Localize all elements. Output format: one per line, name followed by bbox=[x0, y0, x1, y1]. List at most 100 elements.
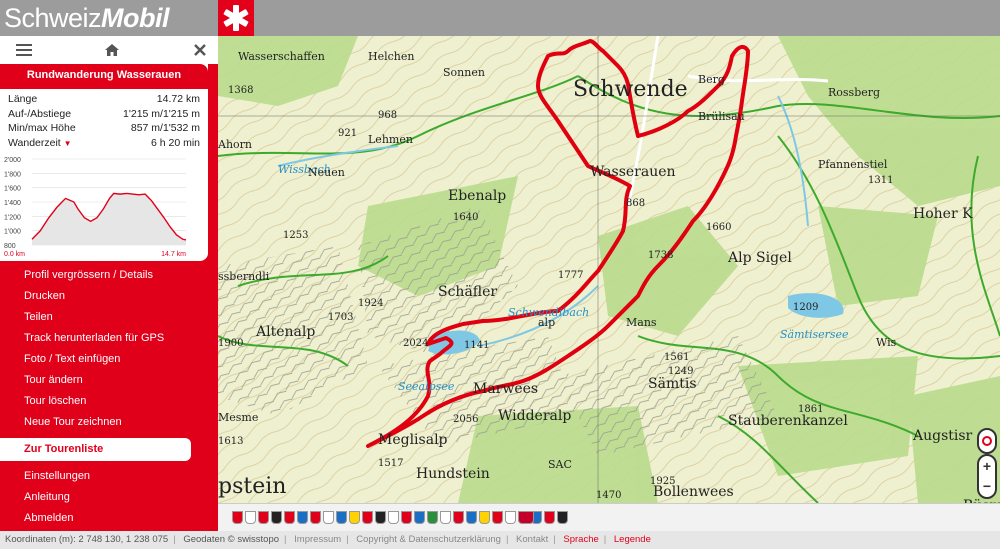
hamburger-icon[interactable] bbox=[14, 40, 34, 60]
zoom-control[interactable]: + − bbox=[977, 454, 997, 499]
canton-flag-icon bbox=[310, 511, 321, 524]
canton-flag-icon bbox=[453, 511, 464, 524]
map-label: 1738 bbox=[648, 250, 673, 261]
map-label: pstein bbox=[218, 474, 286, 499]
map-label: Ahorn bbox=[218, 138, 252, 151]
menu-item-share[interactable]: Teilen bbox=[0, 307, 218, 328]
caret-down-icon: ▼ bbox=[63, 138, 72, 148]
brand-logo[interactable]: Schweiz Mobil bbox=[4, 2, 170, 34]
canton-flag-icon bbox=[492, 511, 503, 524]
map-label: Helchen bbox=[368, 50, 414, 63]
coordinates-readout: Koordinaten (m): 2 748 130, 1 238 075 bbox=[5, 534, 169, 545]
map-label: Lehmen bbox=[368, 133, 413, 146]
map-label: Schwendibach bbox=[508, 306, 589, 319]
profile-y-tick-label: 1'600 bbox=[4, 186, 21, 193]
stat-min-max-height: Min/max Höhe 857 m/1'532 m bbox=[8, 122, 200, 134]
map-label: Wis bbox=[876, 336, 897, 349]
map-label: 1660 bbox=[706, 222, 731, 233]
canton-flag-icon bbox=[245, 511, 256, 524]
link-copyright[interactable]: Copyright & Datenschutzerklärung bbox=[356, 534, 501, 545]
map-label: Altenalp bbox=[255, 324, 315, 340]
home-icon[interactable] bbox=[102, 40, 122, 60]
canton-flag-icon bbox=[466, 511, 477, 524]
profile-y-tick-label: 800 bbox=[4, 243, 16, 250]
canton-flag-icon bbox=[258, 511, 269, 524]
top-bar: Schweiz Mobil bbox=[0, 0, 1000, 36]
map-label: 921 bbox=[338, 128, 357, 139]
menu-item-logout[interactable]: Abmelden bbox=[0, 508, 218, 529]
brand-name-bold: Mobil bbox=[101, 2, 170, 33]
topographic-map[interactable]: Wasserschaffen Helchen Sonnen Schwende Berg R… bbox=[218, 36, 1000, 503]
canton-flag-icon bbox=[388, 511, 399, 524]
map-label: Pfannenstiel bbox=[818, 158, 888, 171]
map-label: 1561 bbox=[664, 352, 689, 363]
map-label: 2056 bbox=[453, 414, 478, 425]
map-label: Wasserschaffen bbox=[238, 50, 325, 63]
canton-flag-icon bbox=[323, 511, 334, 524]
canton-flag-icon bbox=[232, 511, 243, 524]
canton-flag-icon bbox=[362, 511, 373, 524]
map-label: 1368 bbox=[228, 85, 253, 96]
canton-flag-icon bbox=[336, 511, 347, 524]
menu-item-download-gps[interactable]: Track herunterladen für GPS bbox=[0, 328, 218, 349]
map-label: 1517 bbox=[378, 458, 403, 469]
menu-item-settings[interactable]: Einstellungen bbox=[0, 466, 218, 487]
map-label: 1703 bbox=[328, 312, 353, 323]
link-legend[interactable]: Legende bbox=[614, 534, 651, 545]
profile-x-end-label: 14.7 km bbox=[161, 251, 186, 258]
map-label: Seealpsee bbox=[398, 380, 455, 393]
map-label: Sämtis bbox=[648, 376, 697, 392]
map-label: Sämtisersee bbox=[780, 328, 849, 341]
link-language[interactable]: Sprache bbox=[563, 534, 598, 545]
menu-item-instructions[interactable]: Anleitung bbox=[0, 487, 218, 508]
zoom-in-icon[interactable]: + bbox=[979, 456, 995, 476]
canton-flag-icon bbox=[557, 511, 568, 524]
swiss-cross-logo-icon bbox=[218, 0, 254, 36]
menu-item-new-tour[interactable]: Neue Tour zeichnen bbox=[0, 412, 218, 433]
elevation-profile-chart[interactable]: 2'000 1'800 1'600 1'400 1'200 1'000 8000.0 km 1… bbox=[0, 153, 208, 261]
link-contact[interactable]: Kontakt bbox=[516, 534, 548, 545]
menu-item-tour-list[interactable]: Zur Tourenliste bbox=[0, 438, 191, 461]
map-label: 1640 bbox=[453, 212, 478, 223]
partner-logo-icon bbox=[518, 511, 534, 524]
map-label: Neuen bbox=[308, 166, 345, 179]
stat-ascent-descent: Auf-/Abstiege 1'215 m/1'215 m bbox=[8, 107, 200, 120]
map-canvas[interactable]: Wasserschaffen Helchen Sonnen Schwende Berg R… bbox=[218, 36, 1000, 503]
profile-y-tick-label: 2'000 bbox=[4, 157, 21, 164]
canton-flag-icon bbox=[414, 511, 425, 524]
map-label: 1613 bbox=[218, 436, 243, 447]
map-label: SAC bbox=[548, 458, 572, 471]
map-label: Ebenalp bbox=[448, 188, 506, 204]
map-label: Widderalp bbox=[498, 408, 571, 424]
location-button[interactable] bbox=[977, 428, 997, 454]
menu-item-delete-tour[interactable]: Tour löschen bbox=[0, 391, 218, 412]
canton-flag-icon bbox=[297, 511, 308, 524]
map-label: Meglisalp bbox=[378, 432, 448, 448]
map-label: 1141 bbox=[464, 340, 489, 351]
map-label: Mesme bbox=[218, 411, 258, 424]
map-label: 1253 bbox=[283, 230, 308, 241]
canton-flag-icon bbox=[401, 511, 412, 524]
canton-flag-icon bbox=[440, 511, 451, 524]
map-label: Schäfler bbox=[438, 284, 497, 300]
profile-x-start-label: 0.0 km bbox=[4, 251, 25, 258]
stat-length: Länge 14.72 km bbox=[8, 93, 200, 105]
canton-flag-icon bbox=[479, 511, 490, 524]
menu-item-edit-tour[interactable]: Tour ändern bbox=[0, 370, 218, 391]
profile-y-tick-label: 1'000 bbox=[4, 229, 21, 236]
canton-flag-icon bbox=[427, 511, 438, 524]
partner-logo-strip bbox=[218, 503, 1000, 531]
menu-item-print[interactable]: Drucken bbox=[0, 286, 218, 307]
map-label: 2024 bbox=[403, 338, 428, 349]
tour-title: Rundwanderung Wasserauen bbox=[0, 64, 208, 89]
map-label: Rossberg bbox=[828, 86, 880, 99]
close-icon[interactable] bbox=[190, 40, 210, 60]
zoom-out-icon[interactable]: − bbox=[979, 476, 995, 496]
menu-item-profile-details[interactable]: Profil vergrössern / Details bbox=[0, 265, 218, 286]
sidebar-menu: Profil vergrössern / Details Drucken Tei… bbox=[0, 265, 218, 529]
map-label: 868 bbox=[626, 198, 645, 209]
map-label: Augstisr bbox=[912, 428, 973, 444]
link-impressum[interactable]: Impressum bbox=[294, 534, 341, 545]
stat-walking-time[interactable]: Wanderzeit ▼ 6 h 20 min bbox=[8, 136, 200, 152]
menu-item-add-photo-text[interactable]: Foto / Text einfügen bbox=[0, 349, 218, 370]
